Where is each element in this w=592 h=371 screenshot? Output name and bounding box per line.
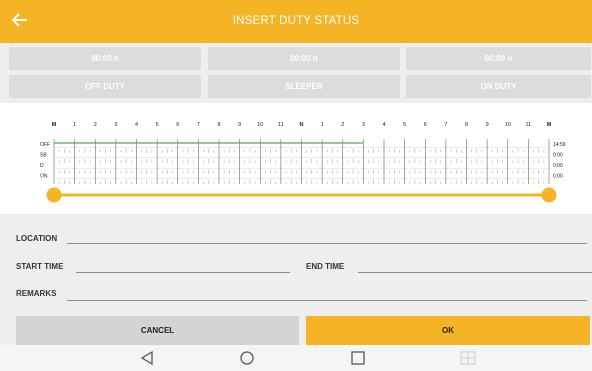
duty-chart: M 1 2 3 4 5 6 7 8 9 10 11 N 1 2 3 4 5 6 7 8 9 10 11 M OFF 14:59 SB 0… xyxy=(40,122,566,203)
hour-label: 5 xyxy=(156,122,159,128)
hour-label: M xyxy=(52,122,57,128)
duty-form: LOCATION START TIME END TIME REMARKS xyxy=(0,214,592,316)
start-time-input[interactable] xyxy=(76,272,290,273)
ok-button[interactable]: OK xyxy=(306,316,590,345)
hour-label: 9 xyxy=(486,122,489,128)
location-input[interactable] xyxy=(67,243,587,244)
remarks-input[interactable] xyxy=(67,300,587,301)
hour-label: 2 xyxy=(341,122,344,128)
hour-label: 1 xyxy=(321,122,324,128)
on-duty-time: 00:00 h xyxy=(406,47,591,70)
hour-label: 3 xyxy=(114,122,117,128)
row-label: SB xyxy=(40,153,47,159)
grid-icon[interactable] xyxy=(458,349,478,367)
hour-label: N xyxy=(300,122,304,128)
row-total: 0:00 xyxy=(553,163,563,169)
hour-label: 4 xyxy=(135,122,138,128)
hour-label: 5 xyxy=(403,122,406,128)
hour-label: 10 xyxy=(505,122,511,128)
sleeper-time: 00:00 h xyxy=(208,47,400,70)
hour-label: 8 xyxy=(465,122,468,128)
row-total: 0:00 xyxy=(553,153,563,159)
hour-label: 6 xyxy=(176,122,179,128)
cancel-button[interactable]: CANCEL xyxy=(16,316,299,345)
hour-label: 7 xyxy=(444,122,447,128)
hour-label: 1 xyxy=(73,122,76,128)
end-time-label: END TIME xyxy=(306,262,345,271)
end-time-handle[interactable] xyxy=(541,187,557,203)
page-title: INSERT DUTY STATUS xyxy=(232,15,360,27)
start-time-handle[interactable] xyxy=(46,187,62,203)
row-label: D xyxy=(40,163,44,169)
hour-label: 11 xyxy=(526,122,532,128)
hour-label: 4 xyxy=(382,122,385,128)
hour-label: 11 xyxy=(278,122,284,128)
home-circle-icon[interactable] xyxy=(237,349,257,367)
row-total: 14:59 xyxy=(553,142,566,148)
off-duty-time: 00:00 h xyxy=(9,47,201,70)
duty-totals-panel: 00:00 h 00:00 h 00:00 h OFF DUTY SLEEPER… xyxy=(0,43,592,101)
row-label: ON xyxy=(40,174,48,180)
start-time-label: START TIME xyxy=(16,262,64,271)
hour-label: 9 xyxy=(238,122,241,128)
end-time-input[interactable] xyxy=(358,272,592,273)
duty-chart-panel: M 1 2 3 4 5 6 7 8 9 10 11 N 1 2 3 4 5 6 7 8 9 10 11 M OFF 14:59 SB 0… xyxy=(0,103,592,214)
off-duty-button[interactable]: OFF DUTY xyxy=(9,75,201,98)
recents-square-icon[interactable] xyxy=(348,349,368,367)
sleeper-button[interactable]: SLEEPER xyxy=(208,75,400,98)
hour-label: 6 xyxy=(424,122,427,128)
hour-label: 7 xyxy=(197,122,200,128)
on-duty-button[interactable]: ON DUTY xyxy=(406,75,591,98)
hour-label: 10 xyxy=(257,122,263,128)
back-triangle-icon[interactable] xyxy=(137,349,157,367)
remarks-label: REMARKS xyxy=(16,289,57,298)
row-label: OFF xyxy=(40,142,50,148)
system-nav-bar xyxy=(0,345,592,371)
hour-label: 2 xyxy=(94,122,97,128)
location-label: LOCATION xyxy=(16,234,58,243)
hour-label: 3 xyxy=(362,122,365,128)
hour-label: 8 xyxy=(217,122,220,128)
row-total: 0:00 xyxy=(553,174,563,180)
app-bar: INSERT DUTY STATUS xyxy=(0,0,592,43)
hour-label: M xyxy=(547,122,552,128)
